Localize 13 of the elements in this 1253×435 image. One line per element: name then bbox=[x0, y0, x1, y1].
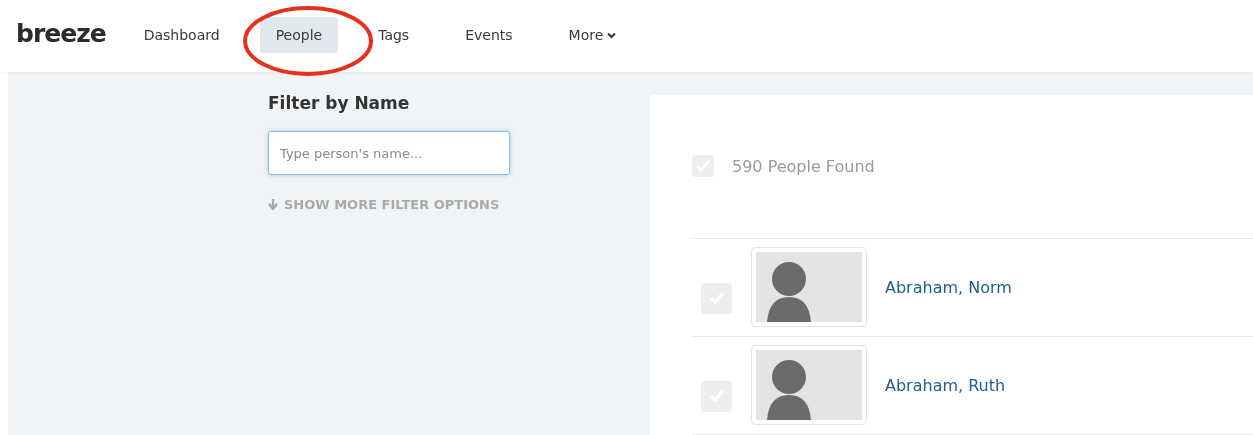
nav-link[interactable]: Tags bbox=[362, 17, 426, 53]
arrow-down-icon bbox=[268, 199, 278, 210]
nav-link[interactable]: More bbox=[552, 17, 633, 53]
filter-title: Filter by Name bbox=[268, 93, 411, 113]
nav-link[interactable]: People bbox=[259, 17, 339, 53]
chevron-down-icon bbox=[607, 31, 617, 39]
nav-link[interactable]: Dashboard bbox=[127, 17, 236, 53]
person-name-link[interactable]: Abraham, Norm bbox=[885, 277, 1012, 297]
person-name-link[interactable]: Abraham, Ruth bbox=[885, 376, 1006, 395]
people-count: 590 People Found bbox=[732, 156, 875, 176]
logo[interactable]: breeze bbox=[16, 18, 106, 48]
name-search-field[interactable]: Type person's name... bbox=[268, 131, 510, 175]
nav-link[interactable]: Events bbox=[449, 17, 529, 53]
